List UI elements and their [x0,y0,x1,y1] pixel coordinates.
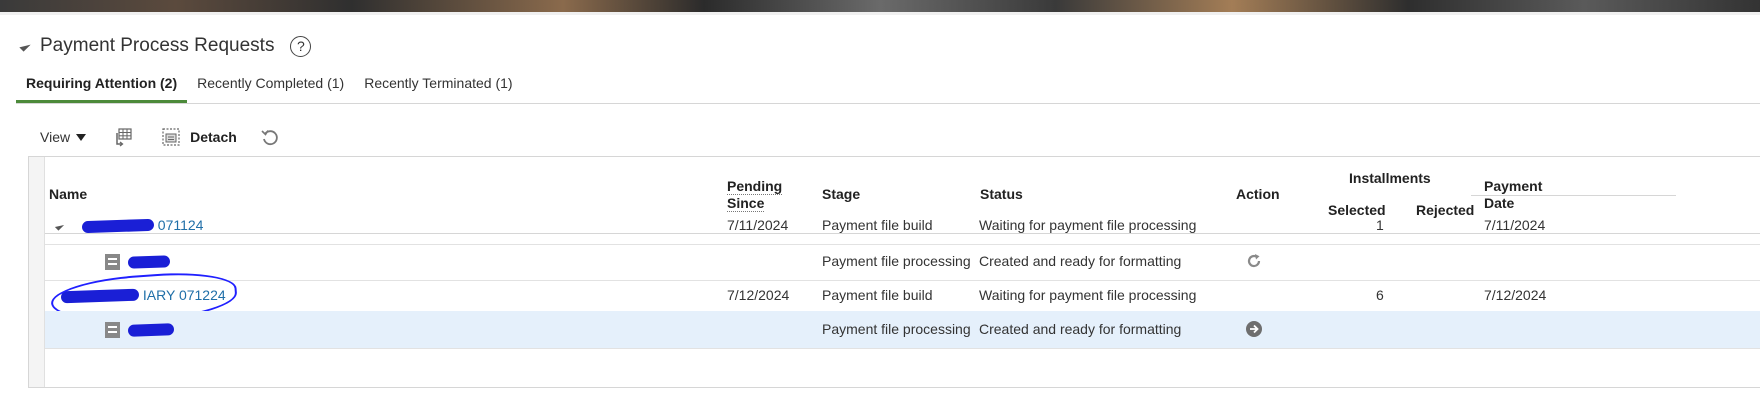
tab-recently-completed[interactable]: Recently Completed (1) [187,70,354,103]
collapse-triangle-icon[interactable] [19,40,31,52]
table-row[interactable]: Payment file processing Created and read… [29,243,1760,281]
selected-count-cell: 6 [1376,287,1384,303]
column-freeze-icon[interactable] [112,126,134,148]
tab-requiring-attention[interactable]: Requiring Attention (2) [16,70,188,103]
redaction-mark [127,255,171,270]
pending-since-cell: 7/11/2024 [727,217,789,233]
panel-header[interactable]: Payment Process Requests ? [19,34,312,58]
expand-triangle-icon[interactable] [54,221,65,231]
row-name-cell: 071124 [54,217,204,234]
request-name-link[interactable]: 071124 [158,217,204,233]
stage-cell: Payment file build [822,217,933,233]
detach-button[interactable]: Detach [160,126,237,148]
payment-requests-table: Name Pending Since Stage Status Action I… [28,156,1760,388]
status-cell: Created and ready for formatting [979,321,1182,337]
table-row-selected[interactable]: Payment file processing Created and read… [29,311,1760,349]
table-row[interactable]: IARY 071224 7/12/2024 Payment file build… [29,268,1760,328]
caret-down-icon [76,133,87,141]
row-name-cell [105,321,175,339]
table-row[interactable]: 071124 7/11/2024 Payment file build Wait… [29,207,1760,245]
column-header-installments: Installments [1349,170,1431,186]
annotated-name: IARY 071224 [49,268,239,328]
tab-bar: Requiring Attention (2) Recently Complet… [16,70,1760,104]
column-header-name[interactable]: Name [49,186,87,203]
column-header-status[interactable]: Status [980,186,1023,203]
help-icon[interactable]: ? [290,35,312,57]
detach-label: Detach [190,129,237,145]
row-name-cell: IARY 071224 [49,268,239,328]
stage-cell: Payment file processing [822,253,971,269]
chrome-divider [0,12,1760,15]
stage-cell: Payment file processing [822,321,971,337]
document-icon [105,322,120,339]
pending-since-cell: 7/12/2024 [727,287,790,303]
payment-date-cell: 7/11/2024 [1484,217,1546,233]
refresh-icon[interactable] [259,126,281,148]
view-menu-label: View [40,129,71,145]
payment-date-cell: 7/12/2024 [1484,287,1547,303]
document-icon [105,254,120,271]
row-name-cell [105,253,171,271]
column-header-stage[interactable]: Stage [822,186,860,203]
redaction-mark [81,219,155,234]
panel-title: Payment Process Requests [40,35,275,56]
detach-icon [160,126,182,148]
status-cell: Created and ready for formatting [979,253,1182,269]
reload-icon[interactable] [1245,252,1263,270]
stage-cell: Payment file build [822,287,933,303]
column-header-action[interactable]: Action [1236,186,1280,203]
browser-chrome-strip [0,0,1760,12]
selected-count-cell: 1 [1376,217,1384,233]
status-cell: Waiting for payment file processing [979,217,1197,233]
status-cell: Waiting for payment file processing [979,287,1197,303]
table-toolbar: View Detach [40,124,281,150]
row-header-column [29,157,45,387]
redaction-mark [127,323,175,338]
tab-recently-terminated[interactable]: Recently Terminated (1) [354,70,522,103]
view-menu-button[interactable]: View [40,129,87,145]
go-arrow-icon[interactable] [1245,320,1263,338]
